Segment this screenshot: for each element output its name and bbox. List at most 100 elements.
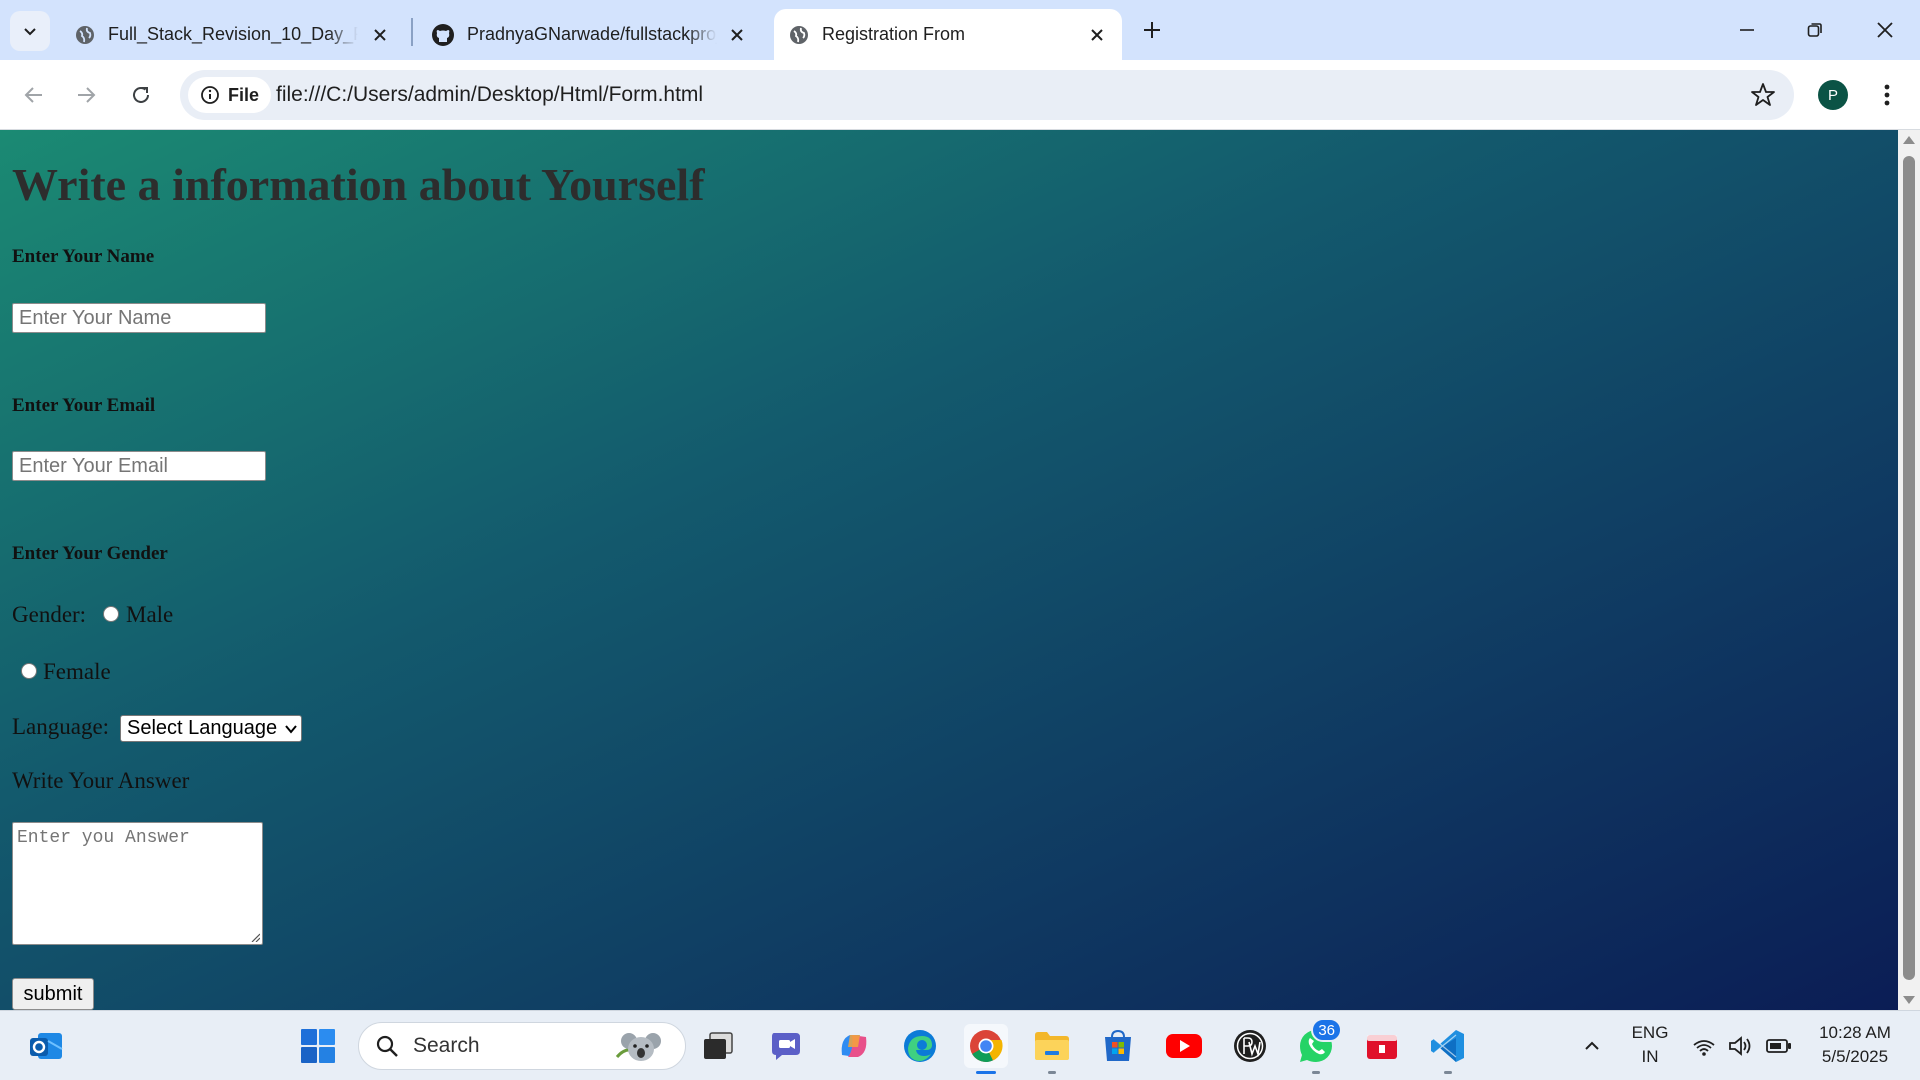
search-label: Search (413, 1034, 480, 1057)
youtube-icon (1166, 1034, 1202, 1058)
close-icon[interactable] (369, 24, 391, 46)
answer-placeholder: Enter you Answer (17, 828, 190, 848)
chevron-down-icon (281, 719, 301, 739)
scroll-down-arrow[interactable] (1903, 996, 1915, 1004)
bookmark-star-icon[interactable] (1750, 82, 1776, 108)
clock[interactable]: 10:28 AM 5/5/2025 (1800, 1021, 1910, 1069)
show-hidden-icons-button[interactable] (1570, 1024, 1614, 1068)
vscode-app[interactable] (1426, 1024, 1470, 1074)
answer-textarea[interactable]: Enter you Answer (12, 822, 263, 945)
restore-button[interactable] (1790, 10, 1840, 50)
minimize-button[interactable] (1722, 10, 1772, 50)
minimize-icon (1740, 29, 1754, 31)
submit-button[interactable]: submit (12, 978, 94, 1010)
chrome-app[interactable] (964, 1024, 1008, 1074)
wifi-icon[interactable] (1692, 1037, 1716, 1057)
input-language[interactable]: ENG IN (1620, 1021, 1680, 1069)
notification-badge: 36 (1311, 1018, 1342, 1042)
answer-label: Write Your Answer (12, 768, 190, 793)
teams-icon (772, 1033, 800, 1060)
site-chip-label: File (228, 84, 260, 105)
outlook-icon (30, 1033, 63, 1059)
language-select[interactable]: Select Language (120, 715, 302, 742)
region-code: IN (1641, 1047, 1659, 1066)
clock-time: 10:28 AM (1819, 1023, 1891, 1042)
gender-radio-male[interactable] (103, 606, 119, 622)
resize-handle-icon[interactable] (250, 932, 260, 942)
tab-search-button[interactable] (10, 11, 50, 51)
whatsapp-app[interactable]: 36 (1294, 1018, 1342, 1074)
pw-logo-icon (1234, 1030, 1266, 1062)
tab-full-stack-plan[interactable]: Full_Stack_Revision_10_Day_Plan (60, 9, 405, 60)
close-icon[interactable] (1086, 24, 1108, 46)
store-app[interactable] (1096, 1024, 1140, 1068)
active-indicator (976, 1071, 996, 1074)
start-button[interactable] (296, 1024, 340, 1068)
scroll-up-arrow[interactable] (1903, 136, 1915, 144)
copilot-icon (841, 1035, 867, 1057)
address-bar[interactable]: File file:///C:/Users/admin/Desktop/Html… (180, 70, 1794, 120)
gender-heading: Enter Your Gender (12, 543, 168, 564)
teams-app[interactable] (764, 1024, 808, 1068)
plus-icon (1144, 22, 1160, 38)
youtube-app[interactable] (1162, 1024, 1206, 1068)
tab-separator (411, 18, 413, 46)
gender-label: Gender: (12, 602, 87, 627)
forward-button[interactable] (66, 75, 106, 115)
reload-button[interactable] (121, 75, 161, 115)
store-icon (1105, 1029, 1131, 1061)
copilot-app[interactable] (832, 1024, 876, 1068)
info-icon (201, 86, 219, 104)
open-indicator (1048, 1071, 1056, 1074)
scroll-thumb[interactable] (1903, 156, 1915, 980)
arrow-right-icon (78, 87, 96, 103)
restore-icon (1807, 23, 1822, 37)
arrow-left-icon (24, 87, 42, 103)
github-icon (432, 23, 454, 46)
gender-option-male: Male (126, 602, 174, 627)
outlook-app[interactable] (24, 1024, 68, 1068)
profile-avatar[interactable]: P (1818, 80, 1848, 110)
page-scrollbar[interactable] (1898, 130, 1920, 1010)
taskbar-search[interactable]: Search (358, 1022, 686, 1070)
page-content: Write a information about Yourself Enter… (0, 130, 1898, 1010)
new-tab-button[interactable] (1134, 12, 1170, 48)
volume-icon[interactable] (1728, 1035, 1754, 1057)
globe-icon (790, 25, 808, 44)
back-button[interactable] (14, 75, 54, 115)
task-view-icon (704, 1032, 733, 1059)
app-icon (1367, 1035, 1397, 1059)
windows-icon (301, 1029, 335, 1063)
tab-title: Registration From (822, 24, 966, 44)
taskbar: Search 36 ENG IN 10:28 AM 5/5/2025 (0, 1010, 1920, 1080)
more-vertical-icon (1884, 84, 1890, 106)
site-info-chip[interactable]: File (188, 77, 272, 113)
close-icon[interactable] (726, 24, 748, 46)
clock-date: 5/5/2025 (1821, 1047, 1889, 1066)
email-input[interactable]: Enter Your Email (12, 451, 266, 481)
close-icon (1877, 22, 1893, 38)
tab-strip: Full_Stack_Revision_10_Day_Plan PradnyaG… (0, 0, 1920, 60)
folder-icon (1035, 1032, 1069, 1060)
name-input[interactable]: Enter Your Name (12, 303, 266, 333)
battery-icon[interactable] (1766, 1037, 1792, 1055)
edge-icon (904, 1030, 936, 1062)
gender-option-female: Female (43, 659, 111, 684)
url-text[interactable]: file:///C:/Users/admin/Desktop/Html/Form… (276, 83, 703, 107)
red-app[interactable] (1360, 1024, 1404, 1068)
globe-icon (76, 25, 94, 44)
gender-radio-female[interactable] (21, 663, 37, 679)
file-explorer-app[interactable] (1030, 1024, 1074, 1074)
window-close-button[interactable] (1860, 10, 1910, 50)
chevron-down-icon (24, 28, 36, 36)
language-code: ENG (1631, 1023, 1669, 1042)
search-icon (376, 1035, 398, 1057)
task-view-app[interactable] (696, 1024, 740, 1068)
tab-github-repo[interactable]: PradnyaGNarwade/fullstackproject (417, 9, 762, 60)
edge-app[interactable] (898, 1024, 942, 1068)
physics-wallah-app[interactable] (1228, 1024, 1272, 1068)
tab-registration-form[interactable]: Registration From (774, 9, 1122, 60)
tab-title: PradnyaGNarwade/fullstackproject (467, 24, 717, 44)
browser-menu-button[interactable] (1872, 80, 1902, 110)
chrome-icon (970, 1030, 1003, 1062)
